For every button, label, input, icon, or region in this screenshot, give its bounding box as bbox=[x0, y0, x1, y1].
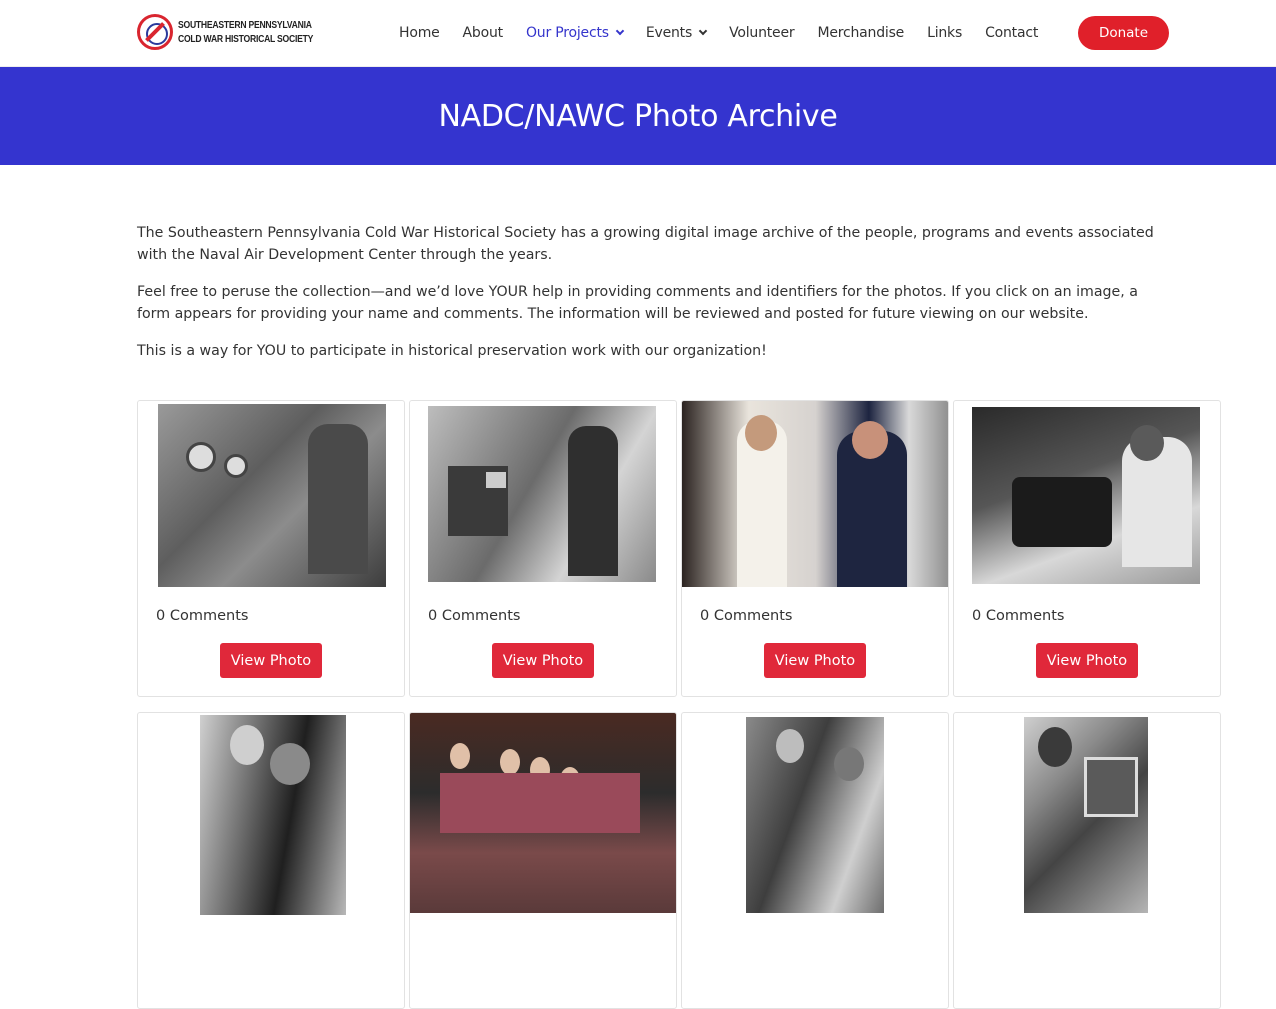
nav-volunteer[interactable]: Volunteer bbox=[729, 25, 795, 41]
site-header: SOUTHEASTERN PENNSYLVANIA COLD WAR HISTO… bbox=[0, 0, 1276, 67]
nav-home-label: Home bbox=[399, 25, 440, 41]
photo-thumbnail[interactable] bbox=[682, 401, 948, 587]
photo-thumbnail[interactable] bbox=[972, 407, 1200, 584]
photo-thumbnail[interactable] bbox=[158, 404, 386, 587]
site-logo[interactable]: SOUTHEASTERN PENNSYLVANIA COLD WAR HISTO… bbox=[137, 14, 343, 50]
page-title: NADC/NAWC Photo Archive bbox=[438, 98, 838, 134]
nav-events[interactable]: Events bbox=[645, 25, 708, 41]
comment-count: 0 Comments bbox=[156, 608, 249, 624]
view-photo-button[interactable]: View Photo bbox=[492, 643, 594, 678]
photo-card: 0 Comments View Photo bbox=[409, 400, 677, 697]
nav-contact-label: Contact bbox=[985, 25, 1039, 41]
society-emblem-icon bbox=[137, 14, 173, 50]
logo-line-1: SOUTHEASTERN PENNSYLVANIA bbox=[178, 19, 312, 31]
photo-card: 0 Comments View Photo bbox=[953, 400, 1221, 697]
photo-card: 0 Comments View Photo bbox=[681, 400, 949, 697]
photo-card bbox=[137, 712, 405, 1009]
nav-about[interactable]: About bbox=[462, 25, 504, 41]
donate-button[interactable]: Donate bbox=[1078, 16, 1169, 50]
nav-merchandise[interactable]: Merchandise bbox=[817, 25, 904, 41]
nav-our-projects-label: Our Projects bbox=[525, 25, 609, 41]
comment-count: 0 Comments bbox=[700, 608, 793, 624]
photo-thumbnail[interactable] bbox=[410, 713, 676, 913]
chevron-down-icon bbox=[698, 26, 708, 36]
nav-links-label: Links bbox=[927, 25, 963, 41]
view-photo-button[interactable]: View Photo bbox=[1036, 643, 1138, 678]
intro-paragraph-2: Feel free to peruse the collection—and w… bbox=[137, 284, 1138, 322]
photo-thumbnail[interactable] bbox=[746, 717, 884, 913]
intro-text: The Southeastern Pennsylvania Cold War H… bbox=[137, 222, 1167, 377]
chevron-down-icon bbox=[615, 26, 625, 36]
comment-count: 0 Comments bbox=[428, 608, 521, 624]
nav-events-label: Events bbox=[645, 25, 693, 41]
view-photo-button[interactable]: View Photo bbox=[220, 643, 322, 678]
nav-contact[interactable]: Contact bbox=[985, 25, 1038, 41]
nav-volunteer-label: Volunteer bbox=[729, 25, 795, 41]
comment-count: 0 Comments bbox=[972, 608, 1065, 624]
logo-line-2: COLD WAR HISTORICAL SOCIETY bbox=[178, 33, 314, 45]
main-nav: Home About Our Projects Events Volunteer… bbox=[399, 16, 1061, 50]
intro-paragraph-3: This is a way for YOU to participate in … bbox=[137, 343, 767, 359]
view-photo-button[interactable]: View Photo bbox=[764, 643, 866, 678]
photo-thumbnail[interactable] bbox=[200, 715, 346, 915]
photo-card bbox=[953, 712, 1221, 1009]
nav-our-projects[interactable]: Our Projects bbox=[525, 25, 625, 41]
photo-thumbnail[interactable] bbox=[1024, 717, 1148, 913]
photo-thumbnail[interactable] bbox=[428, 406, 656, 582]
nav-merchandise-label: Merchandise bbox=[817, 25, 905, 41]
nav-about-label: About bbox=[462, 25, 504, 41]
photo-card bbox=[409, 712, 677, 1009]
page-banner: NADC/NAWC Photo Archive bbox=[0, 67, 1276, 165]
intro-paragraph-1: The Southeastern Pennsylvania Cold War H… bbox=[137, 225, 1154, 263]
logo-text: SOUTHEASTERN PENNSYLVANIA COLD WAR HISTO… bbox=[178, 18, 313, 46]
photo-card bbox=[681, 712, 949, 1009]
photo-card: 0 Comments View Photo bbox=[137, 400, 405, 697]
nav-links[interactable]: Links bbox=[927, 25, 962, 41]
nav-home[interactable]: Home bbox=[399, 25, 440, 41]
photo-gallery: 0 Comments View Photo 0 Comments View Ph… bbox=[137, 400, 1221, 1009]
